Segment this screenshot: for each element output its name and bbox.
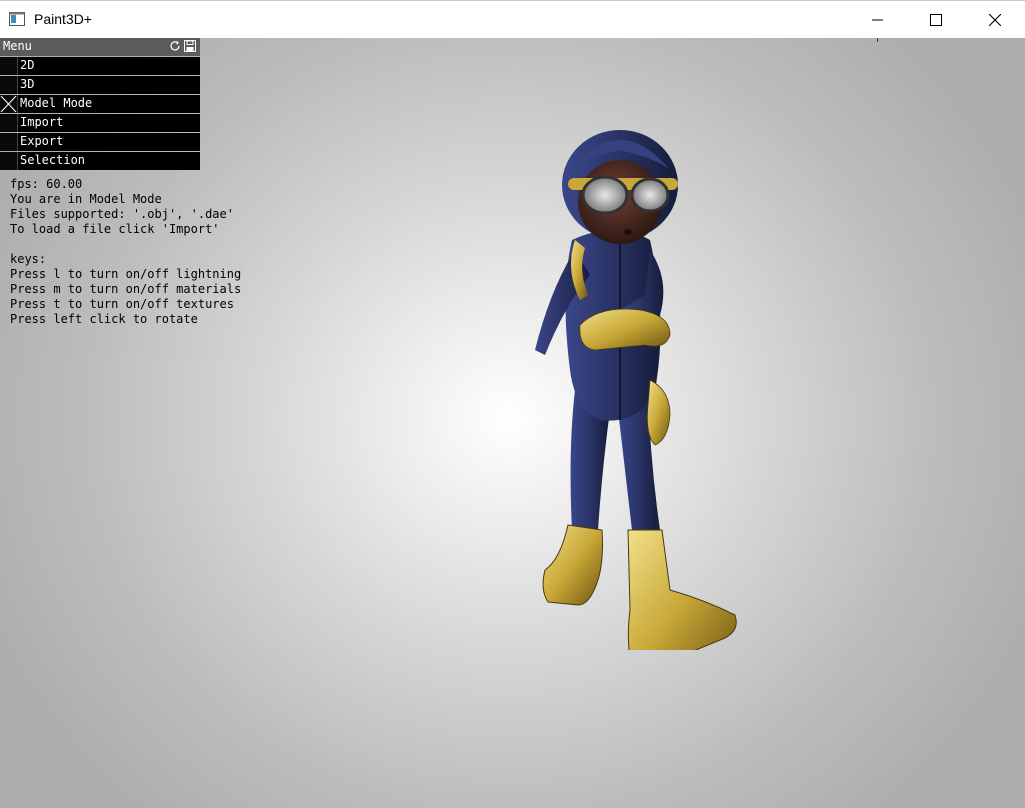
- menu-item-label: 2D: [20, 58, 35, 72]
- viewport-marker: [877, 38, 878, 42]
- maximize-button[interactable]: [907, 1, 965, 38]
- menu-item-label: Selection: [20, 153, 86, 167]
- menu-item-label: Import: [20, 115, 64, 129]
- close-icon: [989, 13, 1001, 26]
- menu-item-export[interactable]: Export: [0, 133, 200, 151]
- title-bar: Paint3D+: [0, 0, 1025, 38]
- viewport-canvas[interactable]: Menu 2D 3D Model Mode Import Export Sele…: [0, 38, 1025, 808]
- key-hint: Press t to turn on/off textures: [10, 297, 234, 311]
- checkbox[interactable]: [0, 114, 18, 132]
- load-hint: To load a file click 'Import': [10, 222, 220, 236]
- menu-item-label: 3D: [20, 77, 35, 91]
- refresh-icon[interactable]: [169, 40, 181, 52]
- checkbox[interactable]: [0, 57, 18, 75]
- fps-counter: fps: 60.00: [10, 177, 83, 191]
- checkbox[interactable]: [0, 133, 18, 151]
- key-hint: Press l to turn on/off lightning: [10, 267, 242, 281]
- key-hint: Press left click to rotate: [10, 312, 198, 326]
- mode-status: You are in Model Mode: [10, 192, 162, 206]
- menu-item-model-mode[interactable]: Model Mode: [0, 95, 200, 113]
- checkbox[interactable]: [0, 76, 18, 94]
- menu-panel: Menu 2D 3D Model Mode Import Export Sele…: [0, 38, 200, 170]
- key-hint: Press m to turn on/off materials: [10, 282, 242, 296]
- minimize-button[interactable]: [849, 1, 907, 38]
- menu-title: Menu: [3, 39, 32, 53]
- close-button[interactable]: [966, 1, 1024, 38]
- check-x-icon: [0, 95, 17, 113]
- menu-item-2d[interactable]: 2D: [0, 57, 200, 75]
- menu-item-import[interactable]: Import: [0, 114, 200, 132]
- supported-formats: Files supported: '.obj', '.dae': [10, 207, 234, 221]
- maximize-icon: [930, 13, 942, 26]
- menu-header: Menu: [0, 38, 200, 56]
- menu-item-3d[interactable]: 3D: [0, 76, 200, 94]
- keys-heading: keys:: [10, 252, 47, 266]
- info-overlay: fps: 60.00 You are in Model Mode Files sup…: [10, 177, 241, 327]
- menu-item-selection[interactable]: Selection: [0, 152, 200, 170]
- 3d-character-model: [535, 130, 737, 650]
- checkbox-checked[interactable]: [0, 95, 18, 113]
- menu-item-label: Model Mode: [20, 96, 93, 110]
- menu-item-label: Export: [20, 134, 64, 148]
- app-icon: [9, 12, 25, 26]
- save-icon[interactable]: [184, 40, 196, 52]
- window-title: Paint3D+: [34, 11, 92, 27]
- minimize-icon: [872, 19, 883, 20]
- checkbox[interactable]: [0, 152, 18, 170]
